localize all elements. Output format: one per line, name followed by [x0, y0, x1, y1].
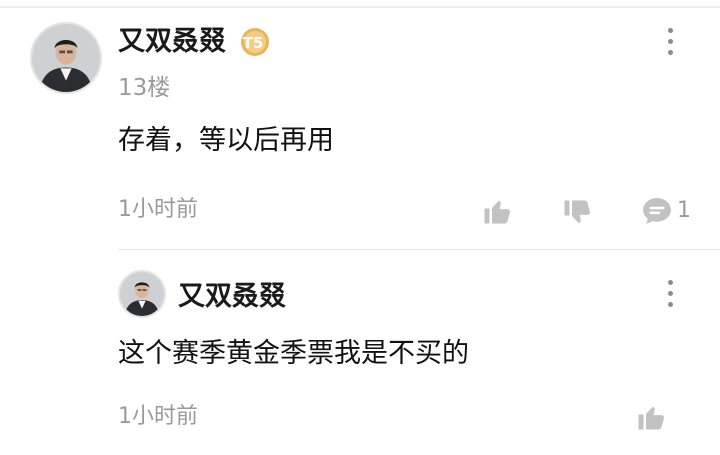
avatar-image — [32, 24, 100, 92]
reply-username[interactable]: 又双叒叕 — [178, 283, 286, 310]
level-badge-icon: T5 — [241, 28, 269, 56]
comment-count: 1 — [677, 198, 691, 223]
comment-content: 存着，等以后再用 — [118, 125, 334, 156]
level-badge-text: T5 — [243, 34, 264, 52]
reply-like-icon[interactable] — [636, 402, 666, 432]
more-icon[interactable] — [665, 28, 675, 60]
floor-number: 13楼 — [118, 75, 171, 101]
username[interactable]: 又双叒叕 — [118, 28, 226, 55]
reply-avatar[interactable] — [118, 270, 166, 318]
like-icon[interactable] — [482, 196, 512, 226]
top-divider — [0, 6, 720, 8]
dislike-icon[interactable] — [562, 198, 592, 228]
reply-divider — [118, 249, 720, 250]
avatar[interactable] — [30, 22, 102, 94]
reply-avatar-image — [120, 272, 164, 316]
reply-more-icon[interactable] — [665, 280, 675, 312]
comment-icon[interactable] — [642, 197, 672, 225]
timestamp: 1小时前 — [118, 197, 198, 222]
reply-timestamp: 1小时前 — [118, 404, 198, 429]
reply-content: 这个赛季黄金季票我是不买的 — [118, 338, 469, 369]
